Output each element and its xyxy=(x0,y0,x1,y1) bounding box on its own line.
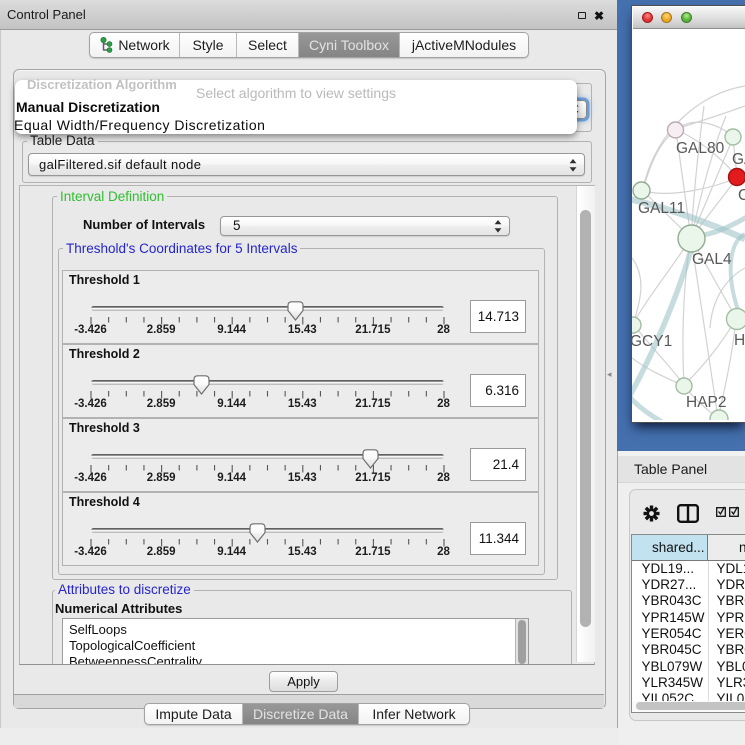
svg-text:C: C xyxy=(738,187,745,204)
svg-text:GAL4: GAL4 xyxy=(692,251,732,268)
svg-text:H: H xyxy=(734,332,745,349)
svg-text:GA: GA xyxy=(732,151,745,168)
svg-text:HAP2: HAP2 xyxy=(686,394,727,411)
svg-text:GCY1: GCY1 xyxy=(632,333,672,350)
svg-text:GAL80: GAL80 xyxy=(676,140,725,157)
svg-text:GAL11: GAL11 xyxy=(638,200,685,217)
